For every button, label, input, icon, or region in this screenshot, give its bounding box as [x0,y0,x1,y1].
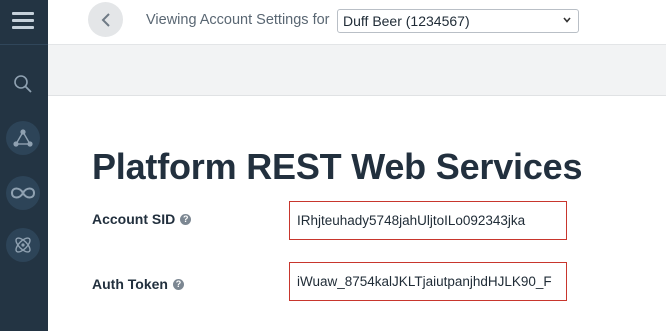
account-select-value: Duff Beer (1234567) [343,13,470,29]
chevron-down-icon [563,17,571,23]
back-button[interactable] [88,2,123,37]
viewing-label: Viewing Account Settings for [146,12,330,28]
menu-icon[interactable] [12,12,34,32]
auth-token-label: Auth Token ? [92,276,184,292]
account-sid-label: Account SID ? [92,211,192,227]
flow-icon[interactable] [6,121,40,155]
help-icon[interactable]: ? [172,278,184,290]
auth-token-label-text: Auth Token [92,276,168,292]
toolbar-band [48,44,666,96]
chevron-left-icon [101,12,110,27]
account-sid-label-text: Account SID [92,211,176,227]
infinity-icon[interactable] [6,176,40,210]
atom-icon[interactable] [6,228,40,262]
account-select[interactable]: Duff Beer (1234567) [337,9,579,33]
auth-token-value: iWuaw_8754kalJKLTjaiutpanjhdHJLK90_F [289,262,567,301]
sidebar-divider [0,44,48,45]
top-bar: Viewing Account Settings for Duff Beer (… [48,0,666,42]
sidebar [0,0,48,331]
help-icon[interactable]: ? [180,213,192,225]
account-sid-value: IRhjteuhady5748jahUljtoILo092343jka [289,201,567,240]
page-title: Platform REST Web Services [92,146,583,187]
search-icon[interactable] [6,67,40,101]
